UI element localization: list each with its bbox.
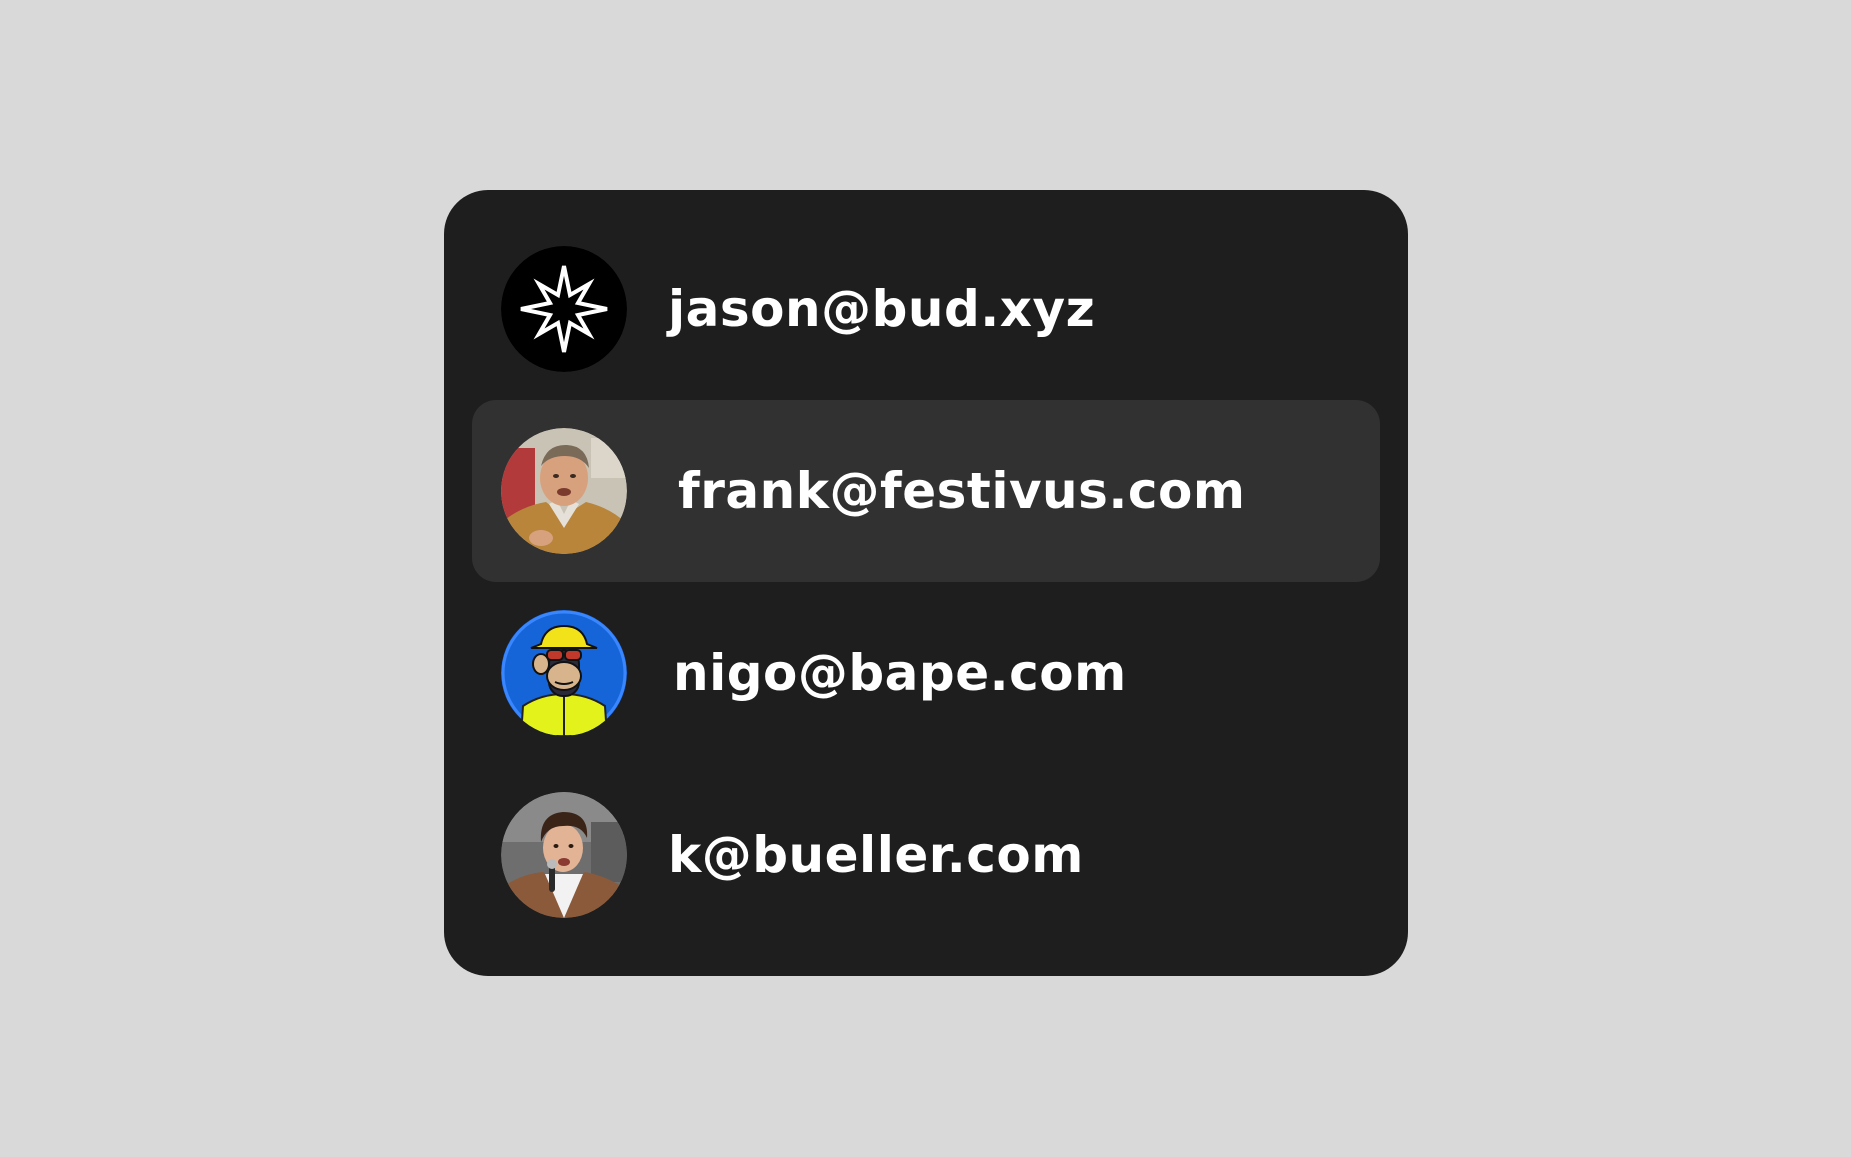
account-email: k@bueller.com <box>668 826 1084 884</box>
account-item-jason[interactable]: jason@bud.xyz <box>472 218 1380 400</box>
photo-young-man-avatar <box>501 792 627 918</box>
photo-older-man-avatar <box>501 428 627 554</box>
account-item-bueller[interactable]: k@bueller.com <box>472 764 1380 946</box>
cartoon-ape-avatar <box>501 610 627 736</box>
account-item-nigo[interactable]: nigo@bape.com <box>472 582 1380 764</box>
star-logo-icon <box>501 246 627 372</box>
account-email: frank@festivus.com <box>678 462 1246 520</box>
account-switcher-panel: jason@bud.xyz frank@festivus.com nigo@ba… <box>444 190 1408 976</box>
account-item-frank[interactable]: frank@festivus.com <box>472 400 1380 582</box>
account-email: nigo@bape.com <box>673 644 1127 702</box>
account-email: jason@bud.xyz <box>668 280 1096 338</box>
